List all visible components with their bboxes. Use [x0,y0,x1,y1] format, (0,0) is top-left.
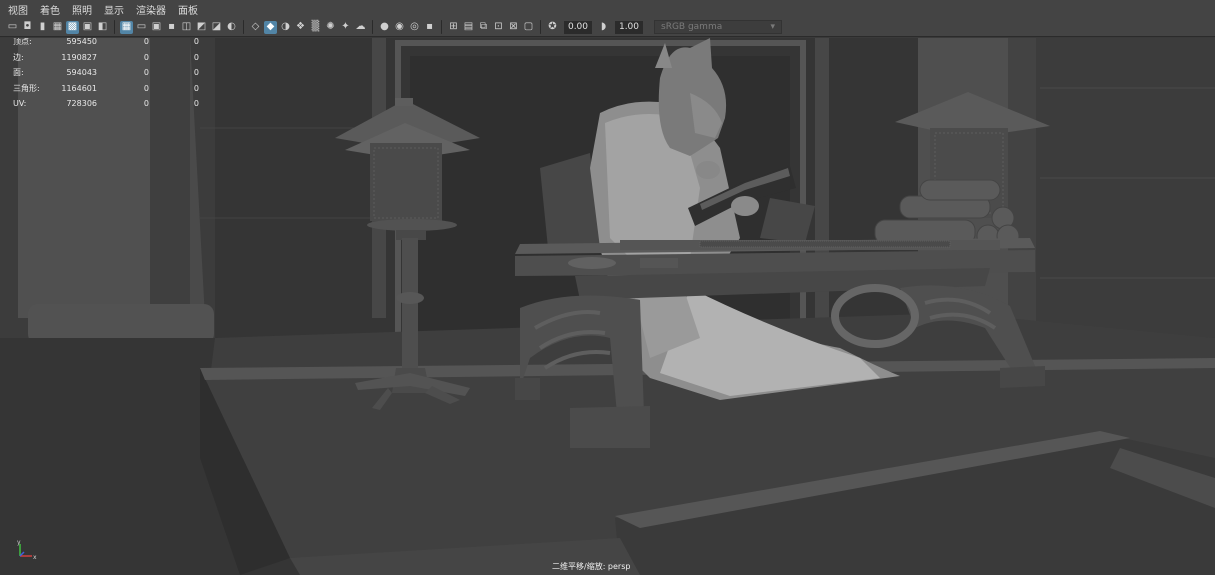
toolbar-separator [114,20,115,34]
textured-icon[interactable]: ▪ [165,21,178,34]
x-ray-icon[interactable]: ◑ [279,21,292,34]
gate-mask-icon[interactable]: ▢ [522,21,535,34]
shaded-cube-icon[interactable]: ◆ [264,20,277,34]
film-gate-icon[interactable]: ▣ [81,21,94,34]
aa-icon[interactable]: ▪ [423,21,436,34]
chevron-down-icon: ▾ [770,22,775,32]
menu-panels[interactable]: 面板 [178,2,198,17]
xray-active-icon[interactable]: ◎ [408,21,421,34]
menu-lighting[interactable]: 照明 [72,2,92,17]
exposure-field[interactable]: 0.00 [564,20,592,34]
xray-joints-icon[interactable]: ◉ [393,21,406,34]
menu-renderer[interactable]: 渲染器 [136,2,166,17]
toolbar-separator [372,20,373,34]
camera-attributes-icon[interactable]: ◘ [21,21,34,34]
wireframe-cube-icon[interactable]: ◇ [249,21,262,34]
cloud-icon[interactable]: ☁ [354,21,367,34]
axis-gizmo: y x [14,539,40,562]
hud-row-uvs: UV: 728306 0 0 [13,99,199,108]
screen-space-ao-icon[interactable]: ◪ [210,21,223,34]
gamma-field[interactable]: 1.00 [615,20,643,34]
menu-show[interactable]: 显示 [104,2,124,17]
menu-view[interactable]: 视图 [8,2,28,17]
copy-icon[interactable]: ⧉ [477,21,490,34]
use-lights-icon[interactable]: ◫ [180,21,193,34]
hud-row-vertices: 顶点: 595450 0 0 [13,38,199,46]
toolbar-separator [243,20,244,34]
hud-row-triangles: 三角形: 1164601 0 0 [13,83,199,93]
y-axis-label: y [17,540,21,546]
toolbar-separator [441,20,442,34]
light-bulb-icon[interactable]: ✺ [324,21,337,34]
wireframe-icon[interactable]: ▦ [120,20,133,34]
viewport-toolbar: ▭ ◘ ▮ ▦ ▩ ▣ ◧ ▦ ▭ ▣ ▪ ◫ ◩ ◪ ◐ ◇ ◆ ◑ ❖ ▒ … [0,18,1215,37]
hud-row-edges: 边: 1190827 0 0 [13,52,199,62]
colorspace-value: sRGB gamma [661,22,723,32]
poly-count-hud: 顶点: 595450 0 0 边: 1190827 0 0 面: 594043 … [13,38,199,112]
lights-icon[interactable]: ✦ [339,21,352,34]
colorspace-dropdown[interactable]: sRGB gamma ▾ [654,20,782,34]
frame-icon[interactable]: ⊡ [492,21,505,34]
gamma-icon[interactable]: ◗ [597,21,610,34]
checker-icon[interactable]: ▒ [309,21,322,34]
smooth-shade-icon[interactable]: ▭ [135,21,148,34]
bookmark-icon[interactable]: ▮ [36,21,49,34]
isolate-icon[interactable]: ● [378,21,391,34]
camera-label: 二维平移/缩放: persp [552,562,631,571]
viewport-menubar: 视图 着色 照明 显示 渲染器 面板 [0,0,1215,18]
toolbar-separator [540,20,541,34]
hud-icon[interactable]: ▤ [462,21,475,34]
grid-icon[interactable]: ▩ [66,20,79,34]
motion-blur-icon[interactable]: ◐ [225,21,238,34]
scene-render [0,38,1215,575]
menu-shading[interactable]: 着色 [40,2,60,17]
shadows-icon[interactable]: ◩ [195,21,208,34]
exposure-icon[interactable]: ✪ [546,21,559,34]
hud-row-faces: 面: 594043 0 0 [13,68,199,77]
fit-icon[interactable]: ⊠ [507,21,520,34]
x-axis-label: x [33,554,37,561]
isolate-select-icon[interactable]: ⊞ [447,21,460,34]
image-plane-icon[interactable]: ▦ [51,21,64,34]
material-icon[interactable]: ❖ [294,21,307,34]
3d-viewport[interactable]: 顶点: 595450 0 0 边: 1190827 0 0 面: 594043 … [0,38,1215,575]
resolution-gate-icon[interactable]: ◧ [96,21,109,34]
select-camera-icon[interactable]: ▭ [6,21,19,34]
shade-wire-icon[interactable]: ▣ [150,21,163,34]
